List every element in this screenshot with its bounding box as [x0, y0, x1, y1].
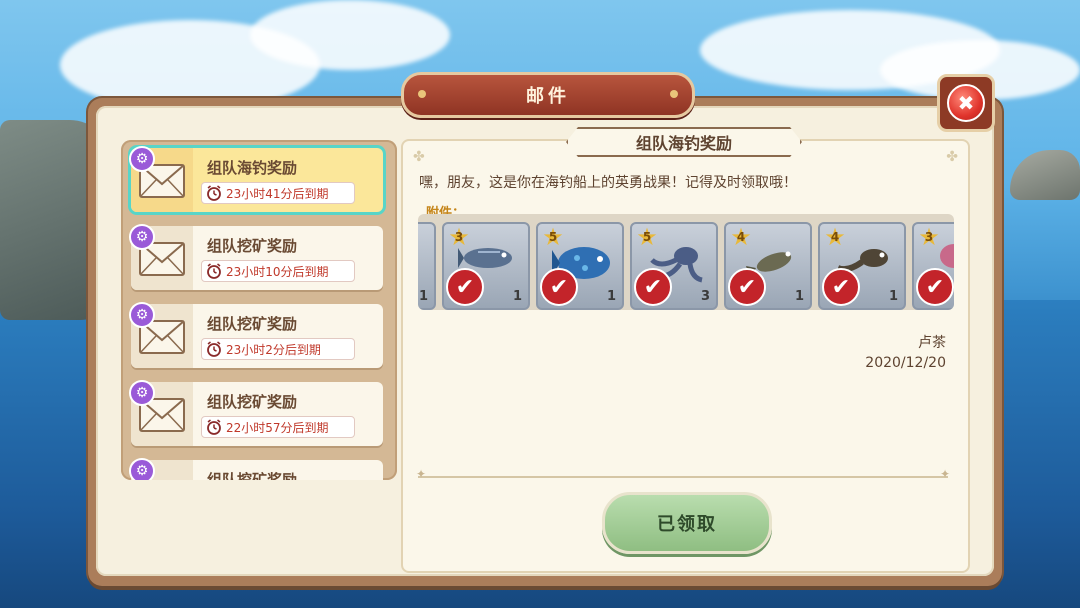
star-rank-badge: 4: [824, 223, 846, 251]
mail-list[interactable]: ⚙ 组队海钓奖励 23小时41分后到期 ⚙ 组队挖矿奖励 23小时10分后到期 …: [121, 140, 397, 480]
close-icon: ✖: [947, 84, 985, 122]
envelope-box: ⚙: [129, 302, 193, 368]
close-button[interactable]: ✖: [937, 74, 995, 132]
alarm-clock-icon: [207, 419, 221, 435]
claimed-button-label: 已领取: [657, 514, 717, 535]
gear-icon: ⚙: [129, 224, 155, 250]
expire-tag: 23小时10分后到期: [201, 260, 355, 282]
claimed-check-icon: ✔: [728, 268, 766, 306]
claimed-check-icon: ✔: [634, 268, 672, 306]
star-rank-badge: 4: [730, 223, 752, 251]
sender-name: 卢茶: [918, 335, 946, 351]
gear-icon: ⚙: [129, 458, 155, 480]
mail-list-item[interactable]: ⚙ 组队挖矿奖励 23小时10分后到期: [129, 224, 383, 290]
claimed-check-icon: ✔: [446, 268, 484, 306]
attachment-qty: 1: [512, 289, 522, 304]
detail-title: 组队海钓奖励: [566, 127, 802, 157]
rock-right: [1010, 150, 1080, 200]
alarm-clock-icon: [207, 341, 221, 357]
expire-tag: 23小时41分后到期: [201, 182, 355, 204]
expire-text: 23小时41分后到期: [226, 186, 329, 201]
expire-text: 23小时2分后到期: [226, 342, 321, 357]
gear-icon: ⚙: [129, 380, 155, 406]
star-rank-badge: 5: [636, 223, 658, 251]
envelope-box: ⚙: [129, 380, 193, 446]
claimed-check-icon: ✔: [822, 268, 860, 306]
attachment-qty: 1: [888, 289, 898, 304]
claimed-check-icon: ✔: [540, 268, 578, 306]
expire-text: 23小时10分后到期: [226, 264, 329, 279]
attachment-item[interactable]: 1: [418, 222, 436, 310]
envelope-box: ⚙: [129, 146, 193, 212]
expire-tag: 23小时2分后到期: [201, 338, 355, 360]
window-title: 邮件: [526, 86, 570, 107]
alarm-clock-icon: [207, 185, 221, 201]
mail-title: 组队挖矿奖励: [207, 237, 298, 255]
star-rank-badge: 3: [918, 223, 940, 251]
attachment-item[interactable]: 4 ✔ 1: [724, 222, 812, 310]
star-rank-badge: 5: [542, 223, 564, 251]
envelope-box: ⚙: [129, 224, 193, 290]
envelope-box: ⚙: [129, 458, 193, 480]
divider: [416, 467, 950, 481]
attachment-item[interactable]: 4 ✔ 1: [818, 222, 906, 310]
detail-message: 嘿，朋友，这是你在海钓船上的英勇战果！记得及时领取哦！: [419, 175, 797, 191]
attachment-item[interactable]: 5 ✔ 3: [630, 222, 718, 310]
mail-list-item[interactable]: ⚙ 组队挖矿奖励 23小时2分后到期: [129, 302, 383, 368]
attachment-qty: 1: [418, 289, 428, 304]
mail-list-item[interactable]: ⚙ 组队挖矿奖励 22小时57分后到期: [129, 380, 383, 446]
mail-title: 组队挖矿奖励: [207, 393, 298, 411]
alarm-clock-icon: [207, 263, 221, 279]
attachment-qty: 1: [606, 289, 616, 304]
mail-title: 组队海钓奖励: [207, 159, 298, 177]
attachment-qty: 1: [794, 289, 804, 304]
mail-title: 组队挖矿奖励: [207, 315, 298, 333]
send-date: 2020/12/20: [865, 355, 946, 371]
attachment-qty: 3: [700, 289, 710, 304]
attachment-item[interactable]: 3 ✔: [912, 222, 954, 310]
mail-list-item[interactable]: ⚙ 组队海钓奖励 23小时41分后到期: [129, 146, 383, 212]
gear-icon: ⚙: [129, 146, 155, 172]
claimed-check-icon: ✔: [916, 268, 954, 306]
corner-ornament-icon: ✤: [413, 149, 425, 165]
star-rank-badge: 3: [448, 223, 470, 251]
attachment-item[interactable]: 5 ✔ 1: [536, 222, 624, 310]
expire-text: 22小时57分后到期: [226, 420, 329, 435]
mail-title: 组队挖矿奖励: [207, 471, 298, 480]
mail-list-item[interactable]: ⚙ 组队挖矿奖励: [129, 458, 383, 480]
attachment-item[interactable]: 3 ✔ 1: [442, 222, 530, 310]
window-title-plate: 邮件: [401, 72, 695, 118]
attachments-strip[interactable]: 1 3 ✔ 1 5 ✔ 1 5 ✔ 3: [418, 214, 954, 310]
corner-ornament-icon: ✤: [946, 149, 958, 165]
claimed-button[interactable]: 已领取: [602, 492, 772, 554]
gear-icon: ⚙: [129, 302, 155, 328]
expire-tag: 22小时57分后到期: [201, 416, 355, 438]
